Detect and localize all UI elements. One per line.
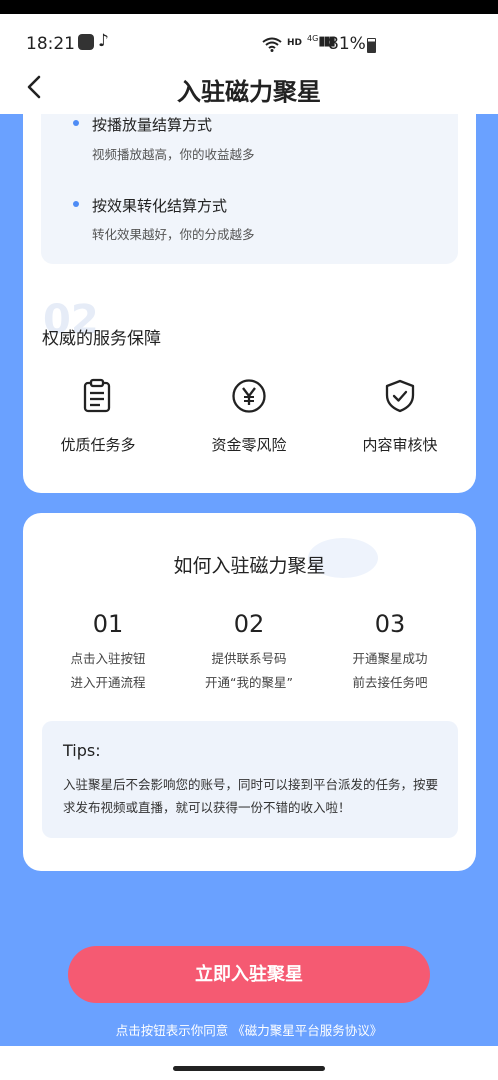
home-indicator[interactable]	[173, 1066, 325, 1071]
tips-box: Tips: 入驻聚星后不会影响您的账号，同时可以接到平台派发的任务，按要求发布视…	[42, 721, 458, 838]
guarantee-title: 权威的服务保障	[42, 329, 161, 349]
bullet-dot	[73, 201, 79, 207]
clipboard-icon	[83, 378, 111, 413]
feature-label: 内容审核快	[362, 436, 438, 454]
page-title: 入驻磁力聚星	[177, 78, 321, 106]
feature-label: 资金零风险	[211, 436, 287, 454]
settlement-item-desc: 转化效果越好，你的分成越多	[92, 227, 255, 242]
tips-body: 入驻聚星后不会影响您的账号，同时可以接到平台派发的任务，按要求发布视频或直播，就…	[63, 777, 439, 815]
status-time: 18:21	[26, 34, 75, 54]
hd-indicator: HD	[287, 38, 303, 48]
top-black-bar	[0, 0, 498, 14]
feature-label: 优质任务多	[60, 436, 136, 454]
battery-icon	[367, 38, 376, 53]
nav-header: 入驻磁力聚星	[0, 62, 498, 114]
system-nav-bar	[0, 1046, 498, 1080]
agreement-link[interactable]: 点击按钮表示你同意 《磁力聚星平台服务协议》	[0, 1020, 498, 1039]
benefits-card: 按播放量结算方式 视频播放越高，你的收益越多 按效果转化结算方式 转化效果越好，…	[23, 114, 476, 493]
shield-check-icon	[385, 379, 415, 413]
settlement-item-desc: 视频播放越高，你的收益越多	[92, 147, 255, 162]
bullet-dot	[73, 120, 79, 126]
how-to-card: 如何入驻磁力聚星 01 点击入驻按钮 进入开通流程 02 提供联系号码 开通“我…	[23, 513, 476, 871]
step-text: 前去接任务吧	[352, 675, 428, 690]
settlement-item-title: 按播放量结算方式	[92, 116, 213, 134]
step-number: 02	[233, 610, 265, 638]
settlement-panel: 按播放量结算方式 视频播放越高，你的收益越多 按效果转化结算方式 转化效果越好，…	[41, 114, 458, 264]
step-number: 01	[92, 610, 124, 638]
settlement-item-title: 按效果转化结算方式	[92, 197, 228, 215]
step-number: 03	[374, 610, 406, 638]
step-text: 开通“我的聚星”	[205, 675, 293, 690]
app-notification-icon	[78, 34, 94, 50]
battery-percent: 81%	[328, 34, 366, 54]
join-now-button[interactable]: 立即入驻聚星	[68, 946, 430, 1003]
tips-title: Tips:	[63, 741, 101, 760]
step-text: 开通聚星成功	[352, 651, 428, 666]
wifi-icon	[262, 37, 282, 52]
network-type: 4G	[307, 34, 319, 43]
step-text: 进入开通流程	[70, 675, 146, 690]
step-text: 点击入驻按钮	[70, 651, 146, 666]
how-to-title: 如何入驻磁力聚星	[173, 555, 326, 577]
tiktok-icon: ♪	[98, 31, 109, 51]
yuan-icon	[232, 379, 266, 413]
step-text: 提供联系号码	[211, 651, 287, 666]
